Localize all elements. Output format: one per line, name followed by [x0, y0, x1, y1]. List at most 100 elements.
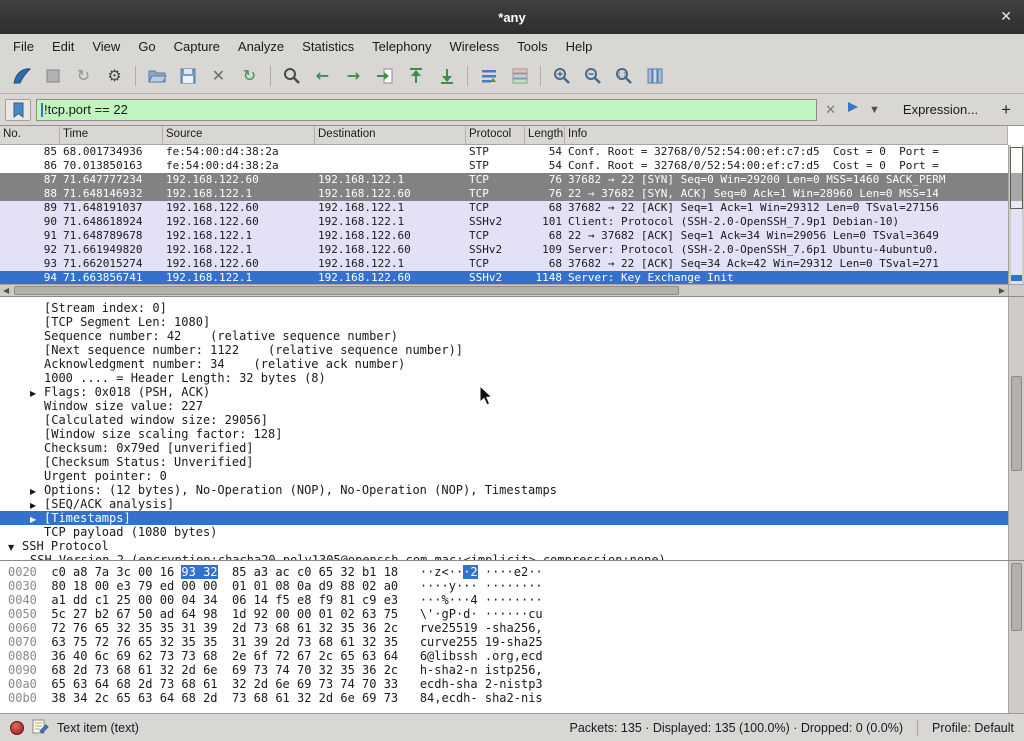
detail-line[interactable]: [Next sequence number: 1122 (relative se… [0, 343, 1008, 357]
menu-file[interactable]: File [4, 36, 43, 57]
details-vertical-scrollbar[interactable] [1008, 297, 1024, 560]
column-header-info[interactable]: Info [565, 126, 1008, 144]
go-forward-icon[interactable]: → [338, 62, 369, 90]
go-first-icon[interactable] [400, 62, 431, 90]
detail-line[interactable]: Acknowledgment number: 34 (relative ack … [0, 357, 1008, 371]
stop-capture-icon[interactable] [37, 62, 68, 90]
detail-line[interactable]: [Calculated window size: 29056] [0, 413, 1008, 427]
detail-line[interactable]: Window size value: 227 [0, 399, 1008, 413]
colorize-icon[interactable] [504, 62, 535, 90]
detail-line[interactable]: TCP payload (1080 bytes) [0, 525, 1008, 539]
menu-help[interactable]: Help [557, 36, 602, 57]
menu-analyze[interactable]: Analyze [229, 36, 293, 57]
hex-row-0070[interactable]: 0070 63 75 72 76 65 32 35 35 31 39 2d 73… [8, 635, 1008, 649]
detail-line[interactable]: SSH Version 2 (encryption:chacha20-poly1… [0, 553, 1008, 561]
titlebar[interactable]: *any ✕ [0, 0, 1024, 34]
column-header-source[interactable]: Source [163, 126, 315, 144]
column-header-length[interactable]: Length [525, 126, 565, 144]
packet-row-91[interactable]: 9171.648789678192.168.122.1192.168.122.6… [0, 229, 1008, 243]
open-file-icon[interactable] [141, 62, 172, 90]
scroll-left-icon[interactable]: ◀ [3, 285, 9, 296]
column-header-protocol[interactable]: Protocol [466, 126, 525, 144]
scroll-right-icon[interactable]: ▶ [999, 285, 1005, 296]
filter-apply-icon[interactable] [844, 98, 862, 121]
hex-row-0020[interactable]: 0020 c0 a8 7a 3c 00 16 93 32 85 a3 ac c0… [8, 565, 1008, 579]
capture-comment-icon[interactable] [32, 718, 49, 738]
packet-row-88[interactable]: 8871.648146932192.168.122.1192.168.122.6… [0, 187, 1008, 201]
filter-bookmark-button[interactable] [5, 99, 31, 121]
hex-row-0050[interactable]: 0050 5c 27 b2 67 50 ad 64 98 1d 92 00 00… [8, 607, 1008, 621]
detail-line[interactable]: Urgent pointer: 0 [0, 469, 1008, 483]
go-to-packet-icon[interactable] [369, 62, 400, 90]
detail-line[interactable]: [Stream index: 0] [0, 301, 1008, 315]
packet-row-85[interactable]: 8568.001734936fe:54:00:d4:38:2aSTP54Conf… [0, 145, 1008, 159]
expander-icon[interactable]: ▶ [30, 515, 44, 524]
detail-line[interactable]: ▼SSH Protocol [0, 539, 1008, 553]
column-header-destination[interactable]: Destination [315, 126, 466, 144]
packet-list-vertical-scrollbar[interactable] [1008, 145, 1024, 284]
hex-row-0090[interactable]: 0090 68 2d 73 68 61 32 2d 6e 69 73 74 70… [8, 663, 1008, 677]
menu-view[interactable]: View [83, 36, 129, 57]
profile-label[interactable]: Profile: Default [932, 721, 1014, 735]
hex-row-00a0[interactable]: 00a0 65 63 64 68 2d 73 68 61 32 2d 6e 69… [8, 677, 1008, 691]
packet-row-89[interactable]: 8971.648191037192.168.122.60192.168.122.… [0, 201, 1008, 215]
menu-edit[interactable]: Edit [43, 36, 83, 57]
display-filter-input[interactable]: !tcp.port == 22 [36, 99, 817, 121]
save-file-icon[interactable] [172, 62, 203, 90]
detail-line[interactable]: ▶[SEQ/ACK analysis] [0, 497, 1008, 511]
hex-row-0080[interactable]: 0080 36 40 6c 69 62 73 73 68 2e 6f 72 67… [8, 649, 1008, 663]
expander-icon[interactable]: ▼ [8, 543, 22, 552]
expander-icon[interactable]: ▶ [30, 487, 44, 496]
menu-go[interactable]: Go [129, 36, 164, 57]
packet-row-93[interactable]: 9371.662015274192.168.122.60192.168.122.… [0, 257, 1008, 271]
expander-icon[interactable]: ▶ [30, 501, 44, 510]
expander-icon[interactable]: ▶ [30, 389, 44, 398]
detail-line[interactable]: [TCP Segment Len: 1080] [0, 315, 1008, 329]
detail-line[interactable]: [Window size scaling factor: 128] [0, 427, 1008, 441]
start-capture-icon[interactable] [6, 62, 37, 90]
packet-row-90[interactable]: 9071.648618924192.168.122.60192.168.122.… [0, 215, 1008, 229]
capture-options-icon[interactable]: ⚙ [99, 62, 130, 90]
packet-row-86[interactable]: 8670.013850163fe:54:00:d4:38:2aSTP54Conf… [0, 159, 1008, 173]
scrollbar-thumb[interactable] [14, 286, 679, 295]
zoom-in-icon[interactable] [546, 62, 577, 90]
expert-info-icon[interactable] [10, 721, 24, 735]
auto-scroll-icon[interactable] [473, 62, 504, 90]
hex-row-0030[interactable]: 0030 80 18 00 e3 79 ed 00 00 01 01 08 0a… [8, 579, 1008, 593]
restart-capture-icon[interactable]: ↻ [68, 62, 99, 90]
scrollbar-thumb[interactable] [1011, 376, 1022, 471]
close-window-icon[interactable]: ✕ [1000, 9, 1012, 23]
menu-wireless[interactable]: Wireless [440, 36, 508, 57]
scrollbar-thumb[interactable] [1010, 147, 1023, 209]
go-last-icon[interactable] [431, 62, 462, 90]
column-header-time[interactable]: Time [60, 126, 163, 144]
detail-line[interactable]: 1000 .... = Header Length: 32 bytes (8) [0, 371, 1008, 385]
zoom-original-icon[interactable]: 1:1 [608, 62, 639, 90]
column-header-no[interactable]: No. [0, 126, 60, 144]
packet-list-horizontal-scrollbar[interactable]: ◀ ▶ [0, 284, 1008, 296]
packet-row-94[interactable]: 9471.663856741192.168.122.1192.168.122.6… [0, 271, 1008, 285]
filter-dropdown-icon[interactable]: ▼ [867, 104, 882, 116]
find-packet-icon[interactable] [276, 62, 307, 90]
detail-line[interactable]: ▶Options: (12 bytes), No-Operation (NOP)… [0, 483, 1008, 497]
hex-row-0060[interactable]: 0060 72 76 65 32 35 35 31 39 2d 73 68 61… [8, 621, 1008, 635]
hex-row-00b0[interactable]: 00b0 38 34 2c 65 63 64 68 2d 73 68 61 32… [8, 691, 1008, 705]
resize-columns-icon[interactable] [639, 62, 670, 90]
detail-line[interactable]: ▶[Timestamps] [0, 511, 1008, 525]
go-back-icon[interactable]: ← [307, 62, 338, 90]
menu-tools[interactable]: Tools [508, 36, 556, 57]
filter-add-button[interactable]: + [993, 100, 1019, 120]
detail-line[interactable]: ▶Flags: 0x018 (PSH, ACK) [0, 385, 1008, 399]
menu-telephony[interactable]: Telephony [363, 36, 440, 57]
detail-line[interactable]: Sequence number: 42 (relative sequence n… [0, 329, 1008, 343]
bytes-vertical-scrollbar[interactable] [1008, 561, 1024, 713]
detail-line[interactable]: Checksum: 0x79ed [unverified] [0, 441, 1008, 455]
menu-capture[interactable]: Capture [165, 36, 229, 57]
zoom-out-icon[interactable] [577, 62, 608, 90]
menu-statistics[interactable]: Statistics [293, 36, 363, 57]
hex-row-0040[interactable]: 0040 a1 dd c1 25 00 00 04 34 06 14 f5 e8… [8, 593, 1008, 607]
scrollbar-thumb[interactable] [1011, 563, 1022, 631]
reload-file-icon[interactable]: ↻ [234, 62, 265, 90]
packet-row-92[interactable]: 9271.661949820192.168.122.1192.168.122.6… [0, 243, 1008, 257]
filter-clear-icon[interactable]: ✕ [822, 102, 839, 118]
